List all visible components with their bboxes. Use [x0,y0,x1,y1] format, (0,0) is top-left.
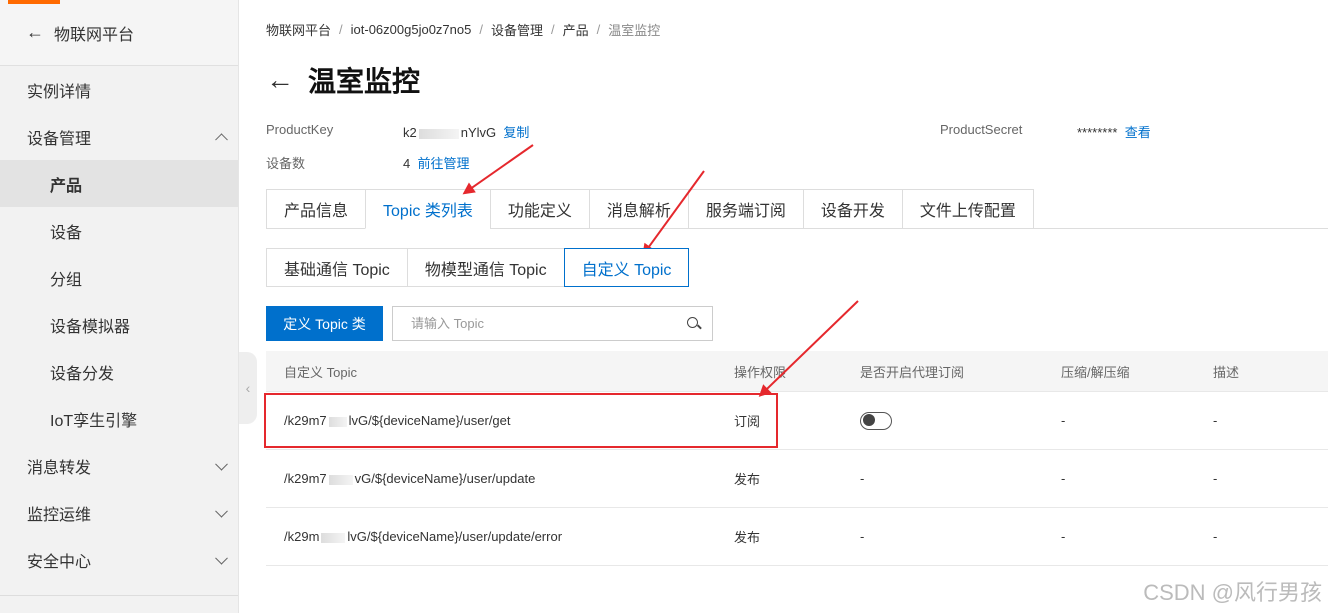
watermark: CSDN @风行男孩 [1143,580,1322,605]
sidebar-item-device-simulator[interactable]: 设备模拟器 [0,301,238,348]
table-row: /k29m7 vG/${deviceName}/user/update 发布 - … [266,450,1328,508]
view-secret-link[interactable]: 查看 [1125,125,1151,140]
device-count-value: 4 [403,156,411,171]
topic-cell: /k29m lvG/${deviceName}/user/update/error [284,529,563,544]
sidebar-item-device-management[interactable]: 设备管理 [0,113,238,160]
subtab-bar: 基础通信 Topic 物模型通信 Topic 自定义 Topic [266,248,690,287]
breadcrumb-separator: / [479,22,483,37]
back-arrow-icon[interactable]: ← [266,64,294,96]
proxy-cell: - [860,471,865,486]
breadcrumb-separator: / [339,22,343,37]
tab-product-info[interactable]: 产品信息 [266,189,366,229]
sidebar: ← 物联网平台 实例详情 设备管理 产品 设备 分组 设备模拟器 设备分发 Io… [0,0,239,613]
chevron-down-icon [215,504,228,518]
tab-file-upload-config[interactable]: 文件上传配置 [901,189,1034,229]
copy-link[interactable]: 复制 [503,125,529,140]
column-header: 是否开启代理订阅 [860,364,965,380]
description-cell: - [1213,529,1218,544]
tab-server-subscription[interactable]: 服务端订阅 [687,189,803,229]
description-cell: - [1213,413,1218,428]
proxy-cell [860,411,1061,430]
chevron-down-icon [215,457,228,471]
device-count-row: 设备数 4 前往管理 [266,153,469,172]
title-row: ← 温室监控 [266,60,420,100]
redaction-mask [328,474,353,485]
product-secret-row: ProductSecret ******** 查看 [940,122,1151,140]
sidebar-item-group[interactable]: 分组 [0,254,238,301]
back-arrow-icon[interactable]: ← [26,22,44,43]
annotation-highlight-box [264,393,778,448]
proxy-cell: - [860,529,865,544]
sidebar-item-monitoring[interactable]: 监控运维 [0,489,238,536]
column-header: 压缩/解压缩 [1061,364,1130,380]
breadcrumb-current: 温室监控 [608,23,661,38]
search-icon[interactable] [686,316,702,332]
compress-cell: - [1061,413,1066,428]
sidebar-item-instance-details[interactable]: 实例详情 [0,66,238,113]
column-header: 操作权限 [734,364,787,380]
page-title: 温室监控 [308,66,421,97]
breadcrumb: 物联网平台 / iot-06z00g5jo0z7no5 / 设备管理 / 产品 … [266,20,660,39]
compress-cell: - [1061,471,1066,486]
divider [0,595,238,596]
compress-cell: - [1061,529,1066,544]
proxy-subscription-toggle[interactable] [860,411,892,430]
sidebar-header[interactable]: ← 物联网平台 [0,0,238,66]
breadcrumb-item[interactable]: iot-06z00g5jo0z7no5 [351,22,472,37]
breadcrumb-separator: / [596,22,601,37]
redaction-mask [418,128,459,139]
chevron-up-icon [215,132,228,146]
sidebar-header-label: 物联网平台 [54,26,135,44]
chevron-down-icon [215,551,228,565]
tab-function-definition[interactable]: 功能定义 [489,189,589,229]
permission-cell: 发布 [734,530,761,545]
sidebar-item-message-forwarding[interactable]: 消息转发 [0,442,238,489]
product-key-value: k2 nYlvG 复制 [403,125,530,140]
sidebar-item-device[interactable]: 设备 [0,207,238,254]
tab-device-development[interactable]: 设备开发 [802,189,902,229]
main-content: 物联网平台 / iot-06z00g5jo0z7no5 / 设备管理 / 产品 … [266,0,1328,613]
topic-cell: /k29m7 vG/${deviceName}/user/update [284,471,536,486]
subtab-basic-topic[interactable]: 基础通信 Topic [266,248,408,287]
search-input[interactable] [411,316,686,331]
topic-table: 自定义 Topic 操作权限 是否开启代理订阅 压缩/解压缩 描述 /k29m7… [266,351,1328,566]
breadcrumb-item[interactable]: 物联网平台 [266,20,331,39]
brand-bar [8,0,60,4]
define-topic-button[interactable]: 定义 Topic 类 [266,306,383,341]
column-header: 自定义 Topic [284,364,357,380]
product-secret-value: ******** [1077,125,1118,140]
permission-cell: 发布 [734,472,761,487]
manage-devices-link[interactable]: 前往管理 [417,156,469,171]
redaction-mask [321,532,346,543]
subtab-tsl-topic[interactable]: 物模型通信 Topic [406,248,565,287]
search-box [392,306,713,341]
tab-message-parsing[interactable]: 消息解析 [588,189,688,229]
chevron-left-icon: ‹ [245,380,251,396]
description-cell: - [1213,471,1218,486]
product-key-row: ProductKey k2 nYlvG 复制 [266,122,529,140]
product-secret-label: ProductSecret [940,122,1023,137]
sidebar-collapse-button[interactable]: ‹ [239,352,257,424]
sidebar-item-product[interactable]: 产品 [0,160,238,207]
subtab-custom-topic[interactable]: 自定义 Topic [563,248,690,287]
tab-bar: 产品信息 Topic 类列表 功能定义 消息解析 服务端订阅 设备开发 文件上传… [266,189,1328,229]
breadcrumb-item[interactable]: 产品 [563,20,589,39]
column-header: 描述 [1213,364,1240,380]
sidebar-item-iot-twin-engine[interactable]: IoT孪生引擎 [0,395,238,442]
breadcrumb-item[interactable]: 设备管理 [491,20,543,39]
table-row: /k29m lvG/${deviceName}/user/update/error… [266,508,1328,566]
breadcrumb-separator: / [551,22,555,37]
toolbar: 定义 Topic 类 [266,306,713,341]
sidebar-item-device-distribution[interactable]: 设备分发 [0,348,238,395]
product-key-label: ProductKey [266,122,334,137]
device-count-label: 设备数 [266,156,306,171]
sidebar-item-security-center[interactable]: 安全中心 [0,536,238,583]
